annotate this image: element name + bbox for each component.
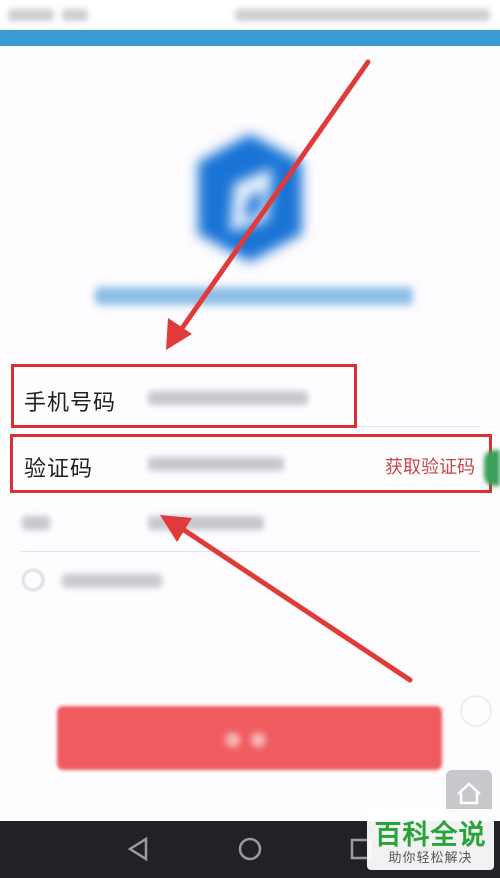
agreement-checkbox[interactable] bbox=[22, 569, 44, 591]
confirm-button-label-blurred: ●● bbox=[224, 726, 275, 750]
status-bar bbox=[0, 0, 500, 30]
watermark-subtitle: 助你轻松解决 bbox=[388, 851, 473, 866]
status-right-blurred bbox=[235, 9, 490, 21]
password-label-blurred bbox=[22, 516, 50, 530]
status-notification-blurred bbox=[62, 9, 88, 21]
watermark-badge: 百科全说 助你轻松解决 bbox=[367, 809, 494, 870]
floating-assistant-button[interactable] bbox=[462, 697, 490, 725]
password-input[interactable] bbox=[148, 516, 264, 530]
password-divider bbox=[20, 551, 480, 552]
phone-highlight-box bbox=[11, 364, 357, 428]
agreement-text-blurred[interactable] bbox=[62, 574, 162, 588]
app-name-blurred bbox=[95, 287, 413, 305]
home-circle-icon[interactable] bbox=[237, 836, 263, 862]
confirm-button[interactable]: ●● bbox=[57, 706, 442, 770]
agreement-row[interactable] bbox=[22, 566, 222, 598]
app-logo-icon bbox=[198, 134, 302, 262]
app-header-strip bbox=[0, 30, 500, 46]
side-handle[interactable] bbox=[484, 450, 500, 486]
back-triangle-icon[interactable] bbox=[126, 836, 152, 862]
status-signal-blurred bbox=[8, 9, 54, 21]
password-row[interactable] bbox=[0, 492, 500, 552]
code-highlight-box bbox=[10, 434, 492, 493]
